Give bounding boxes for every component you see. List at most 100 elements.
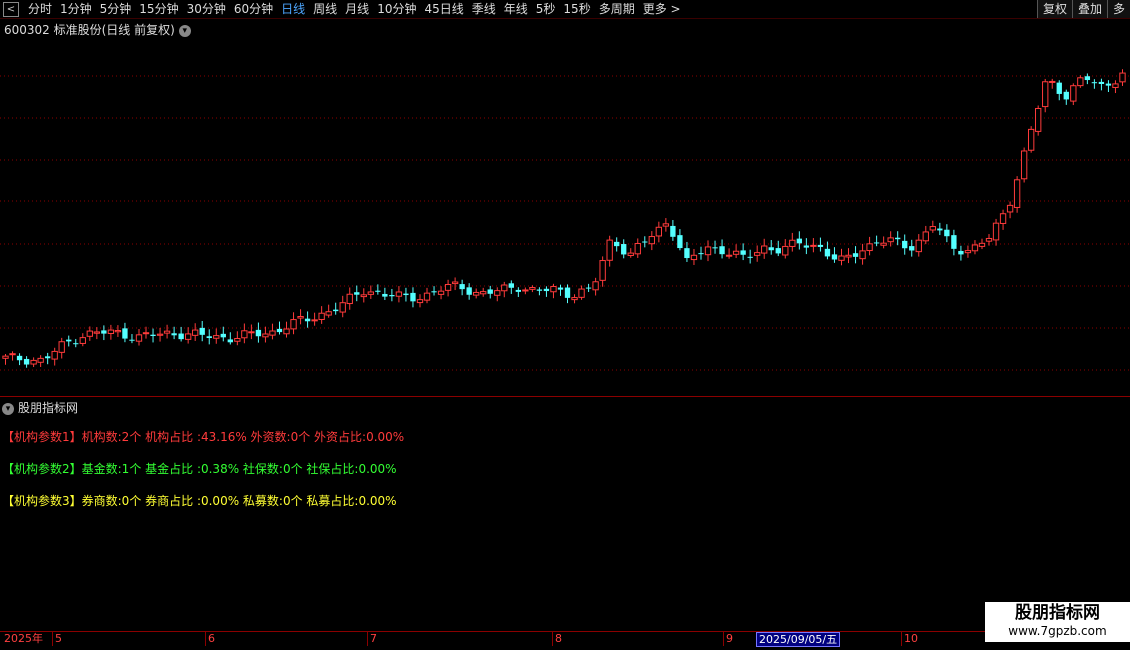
candle xyxy=(971,240,979,255)
candle-body xyxy=(487,289,493,294)
candle xyxy=(684,241,690,262)
candle-body xyxy=(333,309,339,312)
period-tab-6[interactable]: 日线 xyxy=(278,1,310,17)
candle-body xyxy=(902,240,908,249)
candle xyxy=(866,236,873,256)
candle xyxy=(410,287,416,308)
candle xyxy=(712,240,718,254)
candle xyxy=(922,225,929,245)
candle-body xyxy=(824,248,831,257)
candle-body xyxy=(922,231,929,242)
period-tab-9[interactable]: 10分钟 xyxy=(374,1,421,17)
watermark-url: www.7gpzb.com xyxy=(1008,624,1107,638)
candle-body xyxy=(522,289,529,292)
candle-body xyxy=(761,245,768,254)
period-tab-8[interactable]: 月线 xyxy=(342,1,374,17)
candle-body xyxy=(451,281,459,285)
candle-body xyxy=(866,243,873,252)
candle-body xyxy=(937,228,943,231)
candle xyxy=(880,236,887,249)
toolbar-button-2[interactable]: 多 xyxy=(1106,0,1130,18)
axis-year-label: 2025年 xyxy=(4,632,43,645)
panel-divider xyxy=(0,396,1130,397)
candle-body xyxy=(662,223,670,227)
candle xyxy=(354,285,360,302)
candle xyxy=(958,245,964,261)
candle-body xyxy=(129,339,135,341)
period-tab-15[interactable]: 多周期 xyxy=(596,1,640,17)
candle-body xyxy=(382,293,388,297)
candle xyxy=(690,248,698,266)
cursor-date-label: 2025/09/05/五 xyxy=(756,632,841,647)
period-tab-4[interactable]: 30分钟 xyxy=(184,1,231,17)
candle-body xyxy=(135,334,143,342)
candle-body xyxy=(58,341,65,353)
candle-body xyxy=(23,358,30,365)
candle xyxy=(754,245,761,262)
period-tab-0[interactable]: 分时 xyxy=(25,1,57,17)
candle-body xyxy=(1020,150,1028,180)
candle xyxy=(66,335,72,347)
candle-body xyxy=(515,289,522,292)
candle-body xyxy=(142,332,150,335)
candle xyxy=(156,327,164,342)
candle xyxy=(747,249,753,264)
candle-body xyxy=(51,350,58,360)
candle xyxy=(360,288,367,303)
candle-body xyxy=(796,238,803,244)
axis-month-5: 5 xyxy=(52,632,62,646)
candle xyxy=(416,294,424,308)
candle xyxy=(557,284,564,296)
candle xyxy=(1098,78,1105,91)
candle-body xyxy=(754,252,761,256)
candle-body xyxy=(184,333,192,340)
period-tab-13[interactable]: 5秒 xyxy=(533,1,561,17)
candle-body xyxy=(1112,83,1119,88)
candle xyxy=(135,329,143,346)
period-tab-14[interactable]: 15秒 xyxy=(560,1,595,17)
back-button[interactable]: < xyxy=(3,2,19,17)
candle xyxy=(944,224,950,243)
candle xyxy=(150,328,156,343)
period-tab-10[interactable]: 45日线 xyxy=(421,1,468,17)
stock-title: 600302 标准股份(日线 前复权) ▾ xyxy=(4,21,191,38)
chevron-down-icon[interactable]: ▾ xyxy=(2,402,14,415)
candle xyxy=(325,304,332,318)
period-tab-11[interactable]: 季线 xyxy=(469,1,501,17)
candle-body xyxy=(670,225,676,237)
candle xyxy=(902,234,908,255)
candle-body xyxy=(971,244,979,252)
candle xyxy=(444,279,452,297)
period-tab-7[interactable]: 周线 xyxy=(310,1,342,17)
candle xyxy=(859,243,866,265)
period-tab-5[interactable]: 60分钟 xyxy=(231,1,278,17)
candle-body xyxy=(642,241,648,243)
candle xyxy=(585,283,592,292)
candlestick-chart[interactable] xyxy=(0,38,1130,396)
toolbar-button-1[interactable]: 叠加 xyxy=(1071,0,1107,18)
candle-body xyxy=(297,316,304,319)
chevron-down-icon[interactable]: ▾ xyxy=(178,24,191,37)
candle xyxy=(550,283,557,299)
candle xyxy=(599,256,606,287)
candle xyxy=(220,326,226,342)
candle-body xyxy=(79,337,86,344)
candle xyxy=(578,285,585,300)
period-tab-12[interactable]: 年线 xyxy=(501,1,533,17)
candle-body xyxy=(732,250,740,255)
candle-body xyxy=(992,222,1000,241)
toolbar-button-0[interactable]: 复权 xyxy=(1036,0,1072,18)
candle-body xyxy=(985,237,993,242)
period-tab-2[interactable]: 5分钟 xyxy=(97,1,137,17)
candle xyxy=(114,325,122,337)
period-tab-1[interactable]: 1分钟 xyxy=(57,1,97,17)
candle xyxy=(171,326,177,340)
period-tab-16[interactable]: 更多 > xyxy=(640,1,686,17)
period-tab-3[interactable]: 15分钟 xyxy=(136,1,183,17)
candle-body xyxy=(571,297,578,301)
candle xyxy=(704,240,712,262)
candle xyxy=(789,232,796,252)
candle-body xyxy=(852,253,859,257)
candle xyxy=(810,238,817,253)
candle-body xyxy=(66,339,72,342)
